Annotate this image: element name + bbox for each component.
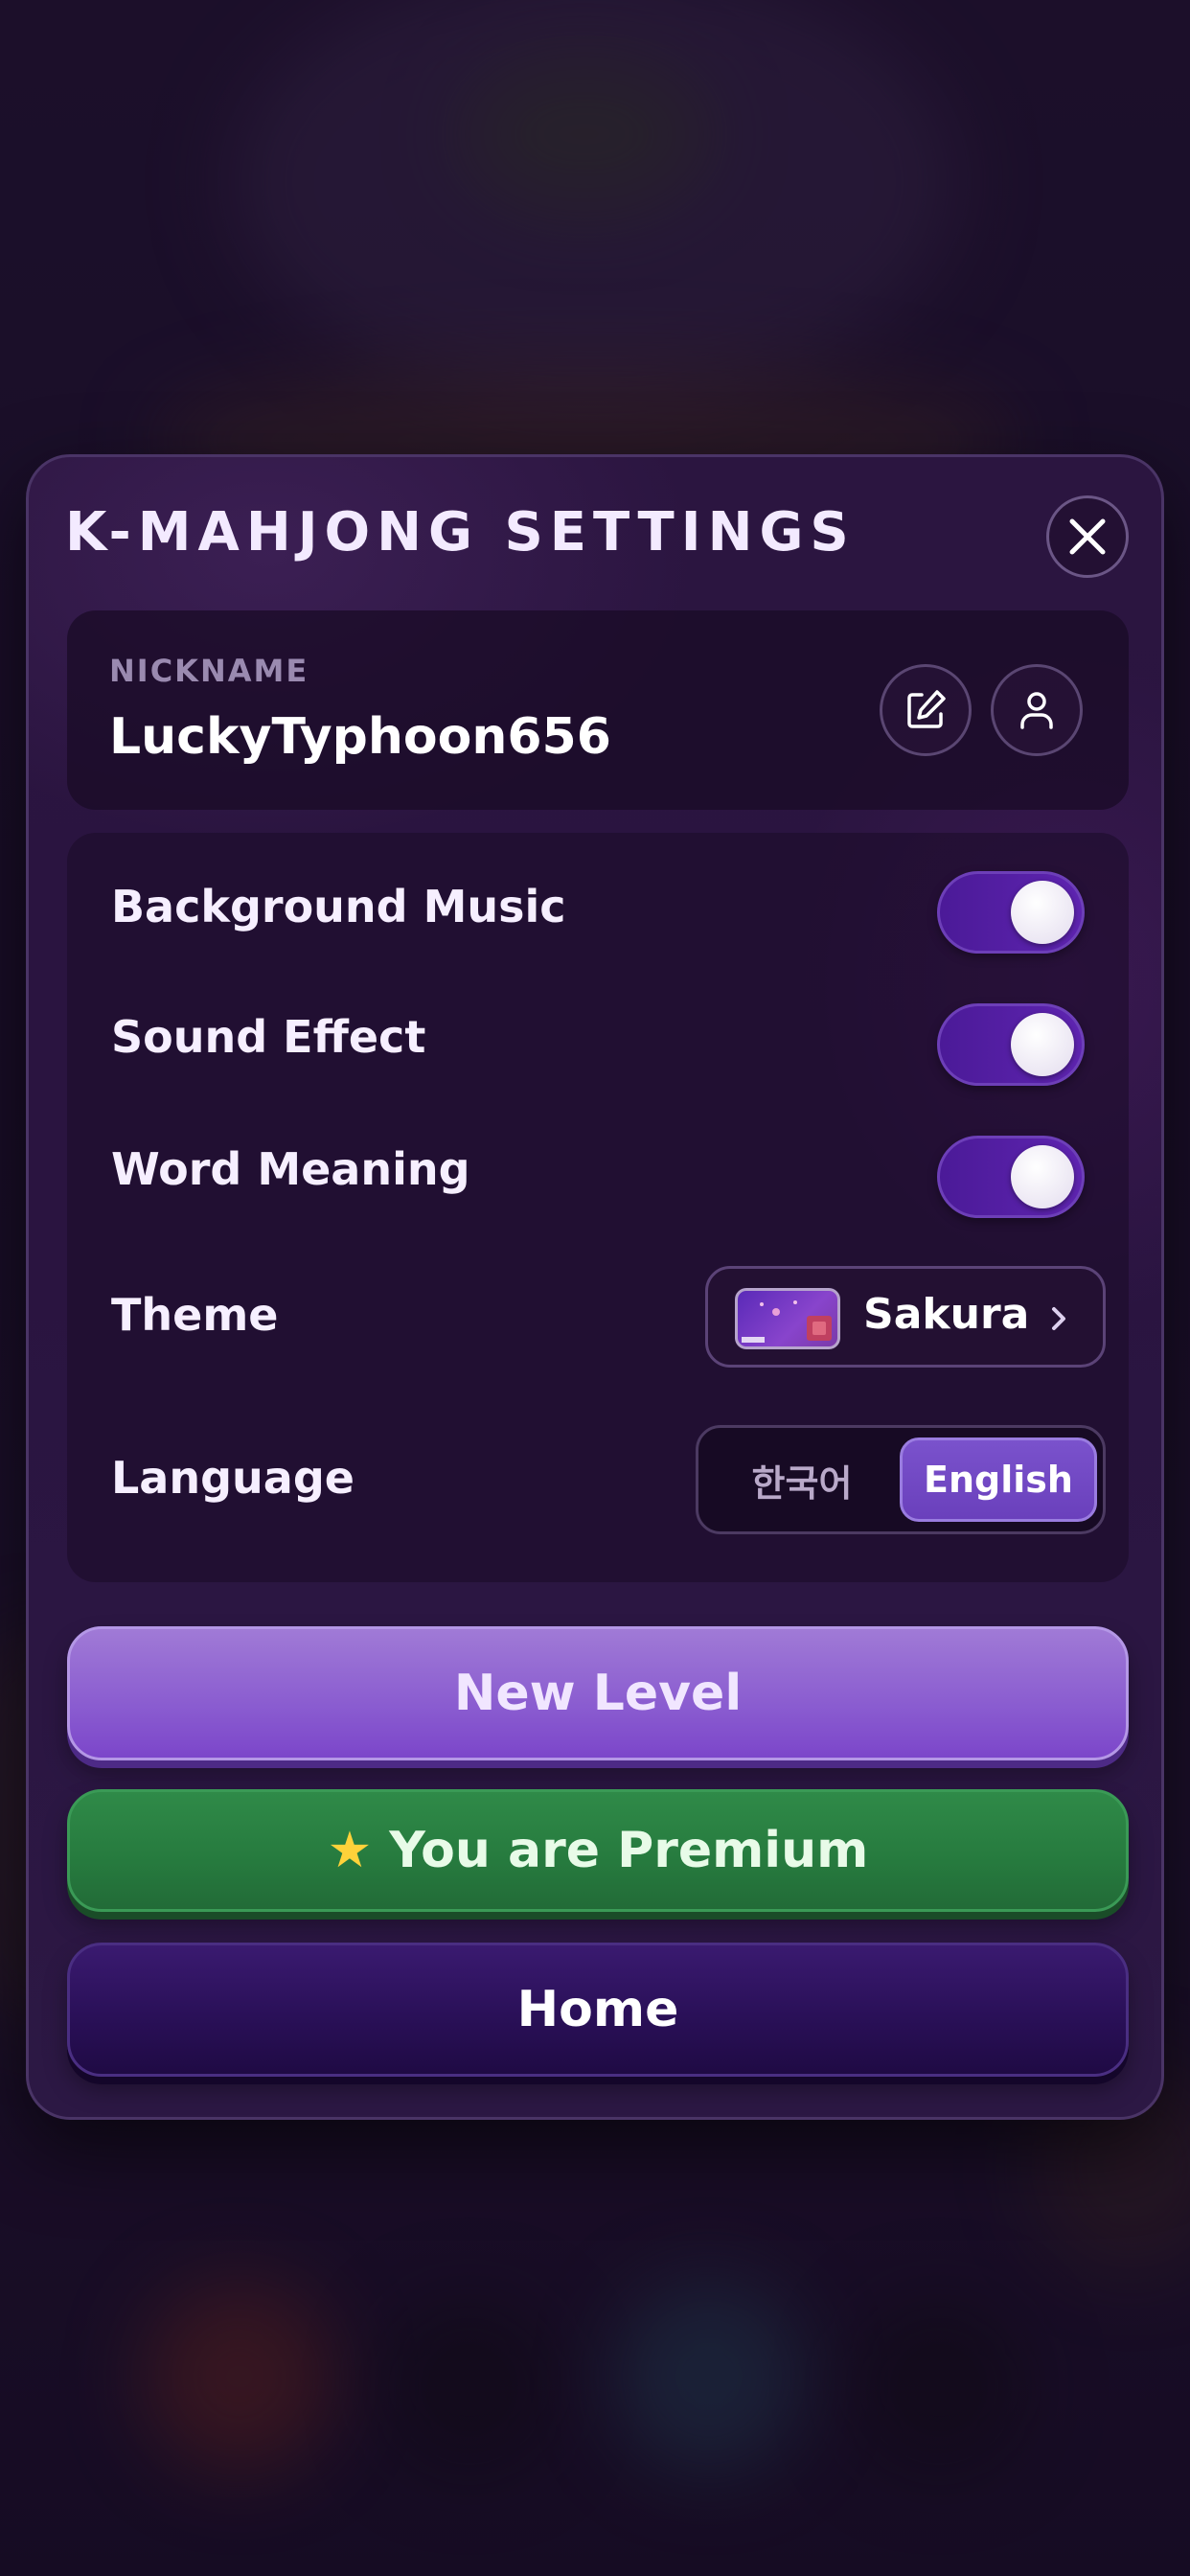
chevron-right-icon	[1052, 1307, 1065, 1330]
theme-selector-button[interactable]: Sakura	[705, 1266, 1106, 1368]
new-level-label: New Level	[453, 1665, 743, 1722]
star-icon: ★	[327, 1822, 373, 1879]
close-button[interactable]	[1046, 495, 1129, 578]
nickname-value: LuckyTyphoon656	[109, 708, 611, 766]
home-label: Home	[516, 1981, 679, 2038]
new-level-button[interactable]: New Level	[67, 1626, 1129, 1760]
word-meaning-toggle[interactable]	[937, 1136, 1085, 1218]
close-icon	[1069, 518, 1106, 555]
background-music-toggle[interactable]	[937, 871, 1085, 954]
sound-effect-label: Sound Effect	[111, 1011, 426, 1063]
theme-thumbnail	[735, 1288, 840, 1349]
premium-button[interactable]: ★ You are Premium	[67, 1789, 1129, 1912]
edit-nickname-button[interactable]	[880, 664, 972, 756]
word-meaning-label: Word Meaning	[111, 1143, 470, 1195]
toggle-knob	[1011, 881, 1074, 944]
toggle-knob	[1011, 1013, 1074, 1076]
user-icon	[1020, 692, 1053, 729]
toggle-knob	[1011, 1145, 1074, 1208]
background-music-label: Background Music	[111, 881, 566, 932]
profile-button[interactable]	[991, 664, 1083, 756]
sound-effect-toggle[interactable]	[937, 1003, 1085, 1086]
theme-name: Sakura	[863, 1290, 1030, 1339]
language-option-korean[interactable]: 한국어	[708, 1438, 896, 1522]
modal-title: K-MAHJONG SETTINGS	[65, 501, 856, 564]
language-option-english[interactable]: English	[900, 1438, 1097, 1522]
nickname-label: NICKNAME	[109, 653, 309, 689]
sakura-thumbnail-art	[742, 1300, 832, 1343]
language-label: Language	[111, 1452, 355, 1504]
language-segmented-control: 한국어 English	[696, 1425, 1106, 1534]
edit-icon	[907, 690, 946, 728]
settings-card: Background Music Sound Effect Word Meani…	[67, 833, 1129, 1582]
home-button[interactable]: Home	[67, 1943, 1129, 2077]
theme-label: Theme	[111, 1289, 279, 1341]
settings-modal: K-MAHJONG SETTINGS NICKNAME LuckyTyphoon…	[26, 454, 1164, 2120]
nickname-card: NICKNAME LuckyTyphoon656	[67, 610, 1129, 810]
premium-label: You are Premium	[389, 1822, 869, 1879]
